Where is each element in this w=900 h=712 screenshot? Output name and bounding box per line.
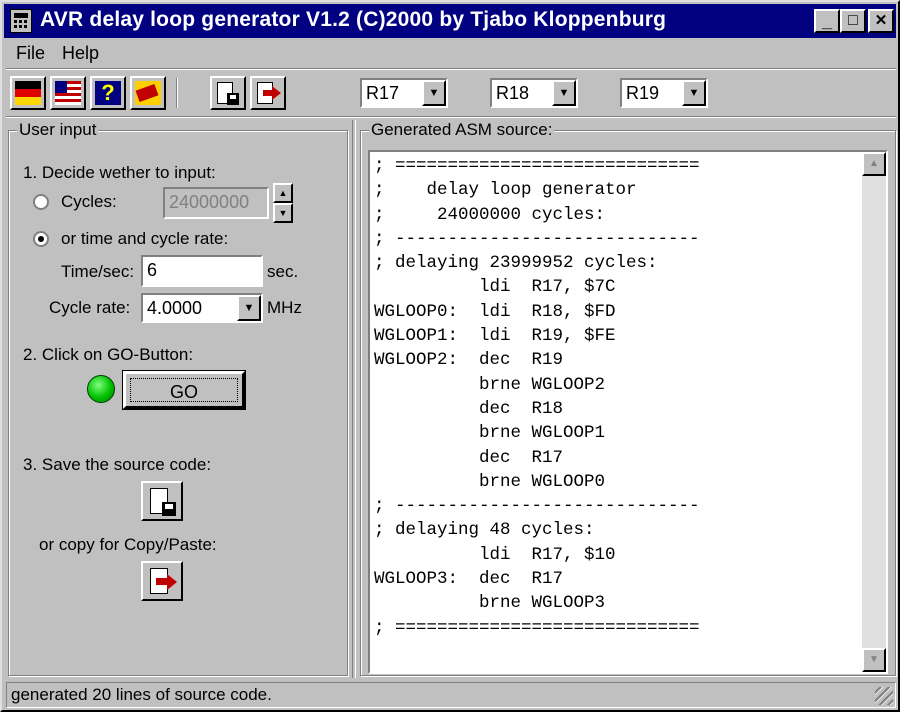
asm-line: ; =============================: [374, 617, 700, 638]
cycle-rate-label: Cycle rate:: [49, 298, 131, 317]
go-button[interactable]: GO: [122, 370, 246, 410]
asm-source-text: ; ============================= ; delay l…: [374, 154, 700, 640]
help-icon[interactable]: ?: [90, 76, 126, 110]
asm-source-textarea[interactable]: ; ============================= ; delay l…: [368, 150, 888, 674]
german-flag-icon[interactable]: [10, 76, 46, 110]
close-button[interactable]: ✕: [868, 9, 894, 33]
asm-line: WGLOOP3: dec R17: [374, 569, 564, 590]
menu-file[interactable]: File: [16, 43, 45, 64]
asm-line: ; 24000000 cycles:: [374, 204, 606, 225]
step1-label: 1. Decide wether to input:: [23, 163, 216, 182]
panel-splitter[interactable]: [352, 120, 356, 678]
asm-line: brne WGLOOP2: [374, 374, 606, 395]
cycles-radio[interactable]: [33, 194, 49, 210]
time-label: Time/sec:: [61, 262, 135, 281]
asm-line: ldi R17, $10: [374, 544, 616, 565]
asm-line: brne WGLOOP3: [374, 593, 606, 614]
close-icon: ✕: [874, 12, 888, 29]
cycles-label: Cycles:: [61, 192, 117, 211]
spin-up-button[interactable]: ▲: [273, 183, 293, 203]
copy-icon[interactable]: [250, 76, 286, 110]
status-bar: generated 20 lines of source code.: [6, 682, 896, 708]
menu-help[interactable]: Help: [62, 43, 99, 64]
save-source-button[interactable]: [141, 481, 183, 521]
asm-group-label: Generated ASM source:: [369, 120, 555, 140]
save-icon: [146, 486, 178, 516]
maximize-button[interactable]: □: [840, 9, 866, 33]
asm-line: ; delaying 48 cycles:: [374, 520, 595, 541]
exit-icon[interactable]: [130, 76, 166, 110]
asm-line: WGLOOP2: dec R19: [374, 350, 564, 371]
asm-line: brne WGLOOP0: [374, 471, 606, 492]
chevron-down-icon[interactable]: ▼: [682, 80, 706, 106]
title-bar[interactable]: AVR delay loop generator V1.2 (C)2000 by…: [4, 4, 896, 38]
menu-divider: [6, 68, 896, 70]
asm-line: ; delay loop generator: [374, 180, 637, 201]
scroll-up-button[interactable]: ▲: [862, 152, 886, 176]
chevron-down-icon[interactable]: ▼: [552, 80, 576, 106]
copy-source-button[interactable]: [141, 561, 183, 601]
calculator-icon: [10, 9, 32, 33]
asm-line: WGLOOP1: ldi R19, $FE: [374, 326, 616, 347]
scroll-down-button[interactable]: ▼: [862, 648, 886, 672]
asm-line: ; -----------------------------: [374, 228, 700, 249]
asm-line: dec R17: [374, 447, 564, 468]
cycles-value: 24000000: [169, 192, 250, 212]
time-option-label: or time and cycle rate:: [61, 229, 229, 248]
cycle-rate-unit: MHz: [267, 298, 302, 317]
time-radio[interactable]: [33, 231, 49, 247]
minimize-button[interactable]: _: [814, 9, 840, 33]
cycle-rate-select[interactable]: 4.0000 ▼: [141, 293, 263, 323]
cycles-field[interactable]: 24000000: [163, 187, 269, 219]
asm-line: WGLOOP0: ldi R18, $FD: [374, 301, 616, 322]
register-select-1[interactable]: R17 ▼: [360, 78, 448, 108]
register-select-2[interactable]: R18 ▼: [490, 78, 578, 108]
asm-line: ; delaying 23999952 cycles:: [374, 253, 658, 274]
toolbar: ? R17 ▼ R18 ▼ R19 ▼: [6, 72, 896, 116]
toolbar-separator: [176, 78, 178, 108]
status-text: generated 20 lines of source code.: [11, 685, 272, 704]
maximize-icon: □: [848, 12, 858, 29]
asm-line: dec R18: [374, 398, 564, 419]
asm-line: ; -----------------------------: [374, 496, 700, 517]
register-select-1-value: R17: [366, 83, 400, 103]
toolbar-divider: [6, 116, 896, 118]
time-value: 6: [147, 260, 158, 280]
chevron-down-icon[interactable]: ▼: [237, 295, 261, 321]
copy-icon: [146, 566, 178, 596]
register-select-2-value: R18: [496, 83, 530, 103]
save-icon[interactable]: [210, 76, 246, 110]
spin-down-button[interactable]: ▼: [273, 203, 293, 223]
go-button-label: GO: [130, 378, 238, 402]
resize-grip-icon[interactable]: [875, 687, 893, 705]
step2-label: 2. Click on GO-Button:: [23, 345, 194, 364]
register-select-3-value: R19: [626, 83, 660, 103]
step3-label: 3. Save the source code:: [23, 455, 212, 474]
asm-line: ldi R17, $7C: [374, 277, 616, 298]
time-field[interactable]: 6: [141, 255, 263, 287]
time-unit: sec.: [267, 262, 299, 281]
status-led-icon: [87, 375, 115, 403]
vertical-scrollbar[interactable]: ▲ ▼: [862, 152, 886, 672]
usa-flag-icon[interactable]: [50, 76, 86, 110]
user-input-label: User input: [17, 120, 99, 140]
asm-line: ; =============================: [374, 156, 700, 176]
menu-bar: File Help: [6, 40, 896, 68]
cycle-rate-value: 4.0000: [147, 298, 203, 318]
chevron-down-icon[interactable]: ▼: [422, 80, 446, 106]
asm-line: brne WGLOOP1: [374, 423, 606, 444]
window-title: AVR delay loop generator V1.2 (C)2000 by…: [40, 8, 667, 31]
app-window: AVR delay loop generator V1.2 (C)2000 by…: [0, 0, 900, 712]
copy-label: or copy for Copy/Paste:: [39, 535, 217, 554]
user-input-group: User input 1. Decide wether to input: Cy…: [8, 120, 348, 676]
minimize-icon: _: [821, 11, 832, 31]
register-select-3[interactable]: R19 ▼: [620, 78, 708, 108]
